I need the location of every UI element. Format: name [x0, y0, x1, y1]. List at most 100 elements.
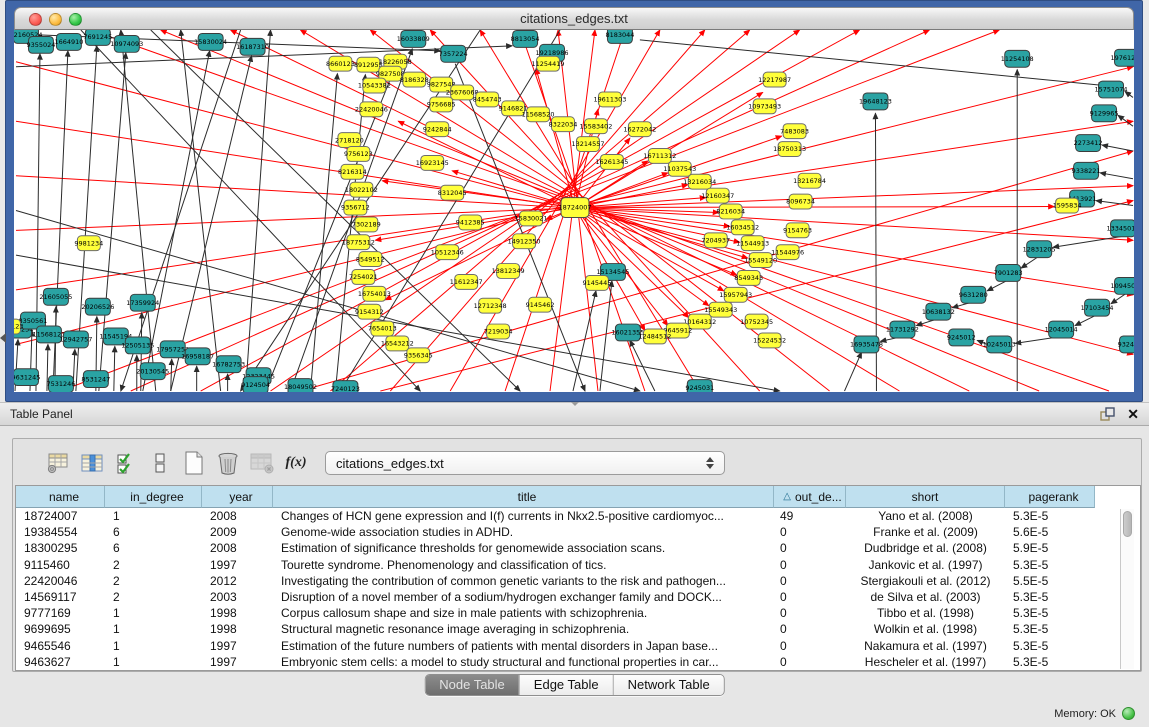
new-document-button[interactable]	[179, 448, 209, 478]
graph-node[interactable]: 7691245	[83, 30, 112, 45]
table-row[interactable]: 1830029562008Estimation of significance …	[16, 540, 1140, 556]
graph-node[interactable]: 7219034	[484, 324, 513, 339]
graph-node[interactable]: 9145445	[583, 275, 612, 290]
graph-node[interactable]: 7302189	[352, 217, 381, 232]
table-row[interactable]: 2242004622012Investigating the contribut…	[16, 573, 1140, 589]
graph-node[interactable]: 7204937	[701, 233, 730, 248]
close-panel-icon[interactable]: ✕	[1127, 406, 1139, 422]
graph-node[interactable]: 9145462	[526, 297, 555, 312]
graph-node[interactable]: 8186328	[400, 72, 429, 87]
table-row[interactable]: 1456911722003Disruption of a novel membe…	[16, 589, 1140, 605]
table-options-button[interactable]	[43, 448, 73, 478]
graph-node[interactable]: 16782753	[212, 356, 245, 373]
graph-node[interactable]: 7357224	[439, 45, 468, 62]
graph-node[interactable]: 22420046	[355, 102, 388, 117]
graph-node[interactable]: 8549343	[734, 271, 763, 286]
graph-node[interactable]: 9412385	[456, 215, 485, 230]
graph-node[interactable]: 11544976	[771, 245, 804, 260]
graph-node[interactable]: 2273412	[1074, 135, 1103, 152]
graph-node[interactable]: 10973493	[748, 99, 781, 114]
graph-node[interactable]: 17103454	[1081, 299, 1114, 316]
tab-node-table[interactable]: Node Table	[425, 675, 519, 695]
graph-node[interactable]: 8216034	[716, 204, 745, 219]
graph-node[interactable]: 7654013	[368, 321, 397, 336]
graph-node[interactable]: 8322034	[549, 117, 578, 132]
graph-node[interactable]: 13812349	[492, 264, 525, 279]
graph-node[interactable]: 18022102	[345, 182, 378, 197]
column-header-year[interactable]: year	[202, 486, 273, 508]
graph-node[interactable]: 8660123	[326, 56, 355, 71]
graph-node[interactable]: 10543382	[358, 78, 391, 93]
delete-table-button-disabled[interactable]	[247, 448, 277, 478]
graph-node[interactable]: 17359924	[126, 294, 159, 311]
graph-node[interactable]: 15957943	[719, 287, 752, 302]
column-header-in[interactable]: in_degree	[105, 486, 202, 508]
graph-node[interactable]: 7240123	[331, 381, 360, 392]
table-row[interactable]: 1872400712008Changes of HCN gene express…	[16, 508, 1140, 524]
graph-node[interactable]: 9154312	[355, 304, 384, 319]
graph-node[interactable]: 9631245	[14, 369, 40, 386]
graph-node[interactable]: 15830024	[194, 33, 227, 50]
graph-node[interactable]: 20206526	[81, 298, 114, 315]
collapse-panel-arrow[interactable]	[0, 333, 6, 343]
graph-node[interactable]: 19648123	[859, 93, 892, 110]
graph-node[interactable]: 7901283	[994, 265, 1023, 282]
graph-node[interactable]: 9338221	[1072, 162, 1101, 179]
graph-node[interactable]: 7483083	[780, 124, 809, 139]
table-row[interactable]: 911546021997Tourette syndrome. Phenomeno…	[16, 557, 1140, 573]
graph-node[interactable]: 9124504	[241, 377, 270, 392]
graph-node[interactable]: 8183044	[605, 30, 634, 43]
graph-node[interactable]: 10638132	[922, 303, 955, 320]
column-visibility-button[interactable]	[77, 448, 107, 478]
graph-node[interactable]: 9242844	[423, 122, 452, 137]
divider-handle[interactable]	[571, 402, 579, 406]
graph-node[interactable]: 21605055	[39, 288, 72, 305]
graph-node[interactable]: 11254108	[1001, 50, 1034, 67]
float-panel-icon[interactable]	[1099, 406, 1117, 422]
graph-node[interactable]: 8454743	[473, 92, 502, 107]
graph-node[interactable]: 15751074	[1095, 81, 1128, 98]
table-scrollbar[interactable]	[1120, 509, 1134, 669]
graph-node[interactable]: 10245013	[983, 336, 1016, 353]
graph-node[interactable]: 10974093	[110, 35, 143, 52]
tab-network-table[interactable]: Network Table	[613, 675, 724, 695]
column-header-title[interactable]: title	[273, 486, 774, 508]
column-header-short[interactable]: short	[846, 486, 1005, 508]
graph-node[interactable]: 7531246	[46, 376, 75, 392]
graph-node[interactable]: 12505135	[121, 337, 154, 354]
graph-node[interactable]: 12712348	[474, 298, 507, 313]
tab-edge-table[interactable]: Edge Table	[519, 675, 613, 695]
graph-node[interactable]: 9981234	[74, 236, 103, 251]
graph-node[interactable]: 16187310	[236, 38, 269, 55]
graph-node[interactable]: 9631280	[959, 286, 988, 303]
graph-node[interactable]: 9756685	[427, 97, 456, 112]
graph-node[interactable]: 12160347	[701, 188, 734, 203]
graph-node[interactable]: 7254021	[349, 270, 378, 285]
column-header-out[interactable]: △out_de...	[774, 486, 846, 508]
column-header-pagerank[interactable]: pagerank	[1005, 486, 1095, 508]
graph-node[interactable]: 16754013	[358, 286, 391, 301]
graph-node[interactable]: 12942757	[59, 331, 92, 348]
graph-node[interactable]: 9355024	[27, 36, 56, 53]
column-header-name[interactable]: name	[16, 486, 105, 508]
graph-node-hub[interactable]: 18724007	[559, 198, 592, 218]
graph-node[interactable]: 1664910	[54, 33, 83, 50]
graph-node[interactable]: 15830021	[515, 211, 548, 226]
graph-node[interactable]: 8096734	[786, 194, 815, 209]
row-height-button[interactable]	[145, 448, 175, 478]
graph-node[interactable]: 1595834	[1053, 198, 1082, 213]
graph-node[interactable]: 15224532	[753, 333, 786, 348]
graph-node[interactable]: 8549512	[356, 252, 385, 267]
graph-node[interactable]: 11544913	[736, 236, 769, 251]
graph-node[interactable]: 20130545	[136, 363, 169, 380]
table-scrollbar-thumb[interactable]	[1123, 511, 1132, 537]
graph-node[interactable]: 9356345	[404, 348, 433, 363]
graph-node[interactable]: 12484512	[638, 329, 671, 344]
graph-node[interactable]: 19761234	[1111, 49, 1134, 66]
graph-node[interactable]: 9756123	[344, 147, 373, 162]
graph-node[interactable]: 10752345	[740, 314, 773, 329]
table-row[interactable]: 946362711997Embryonic stem cells: a mode…	[16, 654, 1140, 670]
graph-node[interactable]: 8813054	[511, 30, 540, 47]
table-row[interactable]: 969969511998Structural magnetic resonanc…	[16, 621, 1140, 637]
graph-node[interactable]: 13216034	[683, 174, 716, 189]
